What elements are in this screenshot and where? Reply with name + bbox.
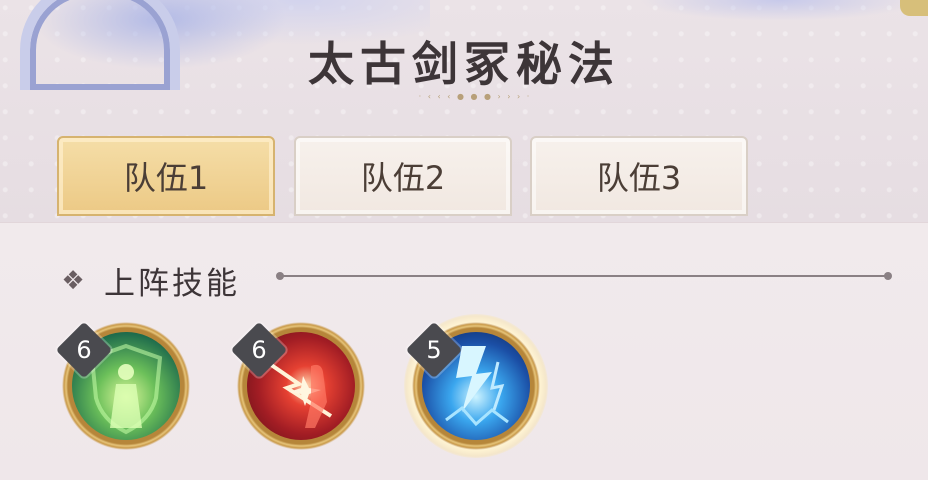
tab-label: 队伍2	[360, 159, 446, 197]
tab-team-3[interactable]: 队伍3	[530, 136, 748, 216]
skill-level: 6	[251, 336, 267, 364]
page-title: 太古剑冢秘法	[308, 37, 620, 91]
tab-team-1[interactable]: 队伍1	[57, 136, 275, 216]
tab-label: 队伍3	[596, 159, 682, 197]
tab-team-2[interactable]: 队伍2	[294, 136, 512, 216]
diamond-icon: ❖	[61, 266, 85, 296]
section-divider	[276, 272, 892, 280]
section-title: 上阵技能	[104, 266, 240, 302]
skill-slot-3[interactable]: 5	[404, 314, 548, 458]
gold-corner-ornament	[900, 0, 928, 16]
header-panel: 太古剑冢秘法 · ‹ ‹ ‹ ● ● ● › › › · 队伍1 队伍2 队伍3	[0, 0, 928, 222]
skill-slot-1[interactable]: 6	[55, 321, 190, 450]
title-ornament-dots: · ‹ ‹ ‹ ● ● ● › › › ·	[418, 92, 532, 101]
tab-label: 队伍1	[123, 159, 209, 197]
skill-level: 6	[76, 336, 92, 364]
skill-level: 5	[426, 336, 442, 364]
skill-slot-2[interactable]: 6	[230, 321, 365, 450]
